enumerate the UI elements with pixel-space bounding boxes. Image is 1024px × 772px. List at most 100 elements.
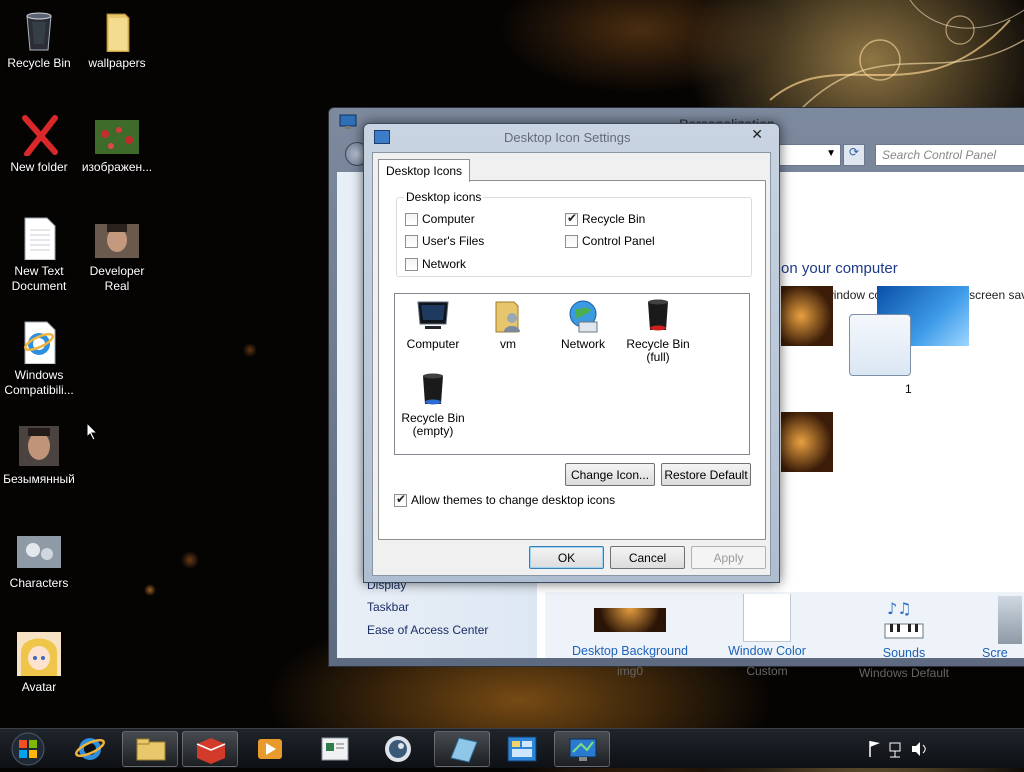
desktop-icon-label: изображен... (81, 160, 153, 174)
checkbox-network[interactable]: Network (405, 257, 466, 271)
desktop-icon-settings-dialog[interactable]: Desktop Icon Settings ✕ Desktop Icons De… (363, 123, 780, 583)
control-panel-icon (339, 114, 357, 129)
checkbox-users-files[interactable]: User's Files (405, 234, 484, 248)
mouse-cursor-icon (86, 422, 99, 441)
apply-button[interactable]: Apply (691, 546, 766, 569)
desktop-icon-unnamed[interactable]: Безымянный (1, 424, 77, 487)
desktop-background-icon (594, 608, 666, 632)
taskbar-explorer[interactable] (122, 731, 178, 767)
taskbar-network-app[interactable] (494, 731, 550, 767)
characters-icon (17, 528, 61, 572)
start-button[interactable] (0, 729, 56, 769)
list-item-vm[interactable]: vm (471, 298, 545, 351)
checkbox-computer[interactable]: Computer (405, 212, 475, 226)
text-document-icon (17, 216, 61, 261)
desktop-icon-label: Characters (9, 576, 69, 590)
desktop-icon-developer-real[interactable]: Developer Real (79, 216, 155, 294)
taskbar-steam[interactable] (370, 731, 426, 767)
checkbox-label: Computer (422, 212, 475, 226)
desktop-background-link[interactable]: Desktop Background (565, 644, 695, 658)
refresh-button[interactable]: ⟳ (843, 144, 865, 166)
theme-glass-tile (849, 314, 911, 376)
desktop-icon-wallpapers[interactable]: wallpapers (79, 8, 155, 71)
list-item-label: Computer (406, 337, 460, 351)
checkbox-box[interactable] (565, 234, 578, 248)
taskbar-app-red[interactable] (182, 731, 238, 767)
restore-default-button[interactable]: Restore Default (661, 463, 751, 486)
flag-icon[interactable] (869, 741, 880, 757)
tab-desktop-icons[interactable]: Desktop Icons (378, 159, 471, 182)
checkbox-label: Network (422, 257, 467, 271)
app-red-icon (196, 738, 226, 764)
desktop-icon-recycle-bin[interactable]: Recycle Bin (1, 8, 77, 71)
checkbox-box[interactable] (405, 257, 418, 271)
taskbar-display-control-panel[interactable] (554, 731, 610, 767)
link-taskbar[interactable]: Taskbar (367, 600, 409, 614)
group-title: Desktop icons (404, 190, 484, 204)
theme-thumbnail[interactable] (781, 412, 833, 472)
desktop-icon-label: New folder (10, 160, 68, 174)
link-ease-of-access[interactable]: Ease of Access Center (367, 623, 488, 637)
desktop-icon-new-text-document[interactable]: New Text Document (1, 216, 77, 294)
dialog-app-icon (374, 130, 390, 144)
close-icon[interactable]: ✕ (751, 126, 763, 143)
list-item-recycle-bin-empty[interactable]: Recycle Bin (empty) (396, 372, 470, 438)
checkbox-label: Allow themes to change desktop icons (411, 493, 616, 507)
desktop-icon-label: Developer Real (89, 264, 145, 293)
taskbar-internet-explorer[interactable] (62, 731, 118, 767)
list-item-computer[interactable]: Computer (396, 298, 470, 351)
icon-list[interactable]: Computer vm Network Recycle Bin (full) R… (394, 293, 750, 455)
screen-saver-item[interactable]: Scre (976, 596, 1022, 660)
taskbar-document[interactable] (306, 731, 362, 767)
checkbox-box[interactable] (394, 492, 407, 507)
desktop-icon-label: wallpapers (88, 56, 146, 70)
explorer-folder-icon (136, 738, 166, 761)
recycle-bin-icon (17, 8, 61, 52)
desktop-icon-new-folder[interactable]: New folder (1, 112, 77, 175)
desktop-background-item[interactable]: Desktop Background img0 (565, 608, 695, 678)
desktop-icons-group: Desktop icons Computer Recycle Bin User'… (396, 190, 752, 277)
desktop-icon-avatar[interactable]: Avatar (1, 632, 77, 695)
wallpaper-swirl (769, 0, 1024, 110)
desktop-icon-label: Avatar (21, 680, 57, 694)
taskbar-notes[interactable] (434, 731, 490, 767)
checkbox-control-panel[interactable]: Control Panel (565, 234, 655, 248)
checkbox-allow-themes[interactable]: Allow themes to change desktop icons (394, 492, 616, 507)
change-icon-button[interactable]: Change Icon... (565, 463, 655, 486)
windows-logo-icon (11, 732, 45, 766)
screen-saver-link[interactable]: Scre (976, 646, 1016, 660)
system-tray (862, 735, 1012, 763)
internet-explorer-icon (74, 738, 106, 760)
list-item-recycle-bin-full[interactable]: Recycle Bin (full) (621, 298, 695, 364)
folder-icon (95, 8, 139, 53)
avatar-icon (17, 632, 61, 676)
taskbar-media-player[interactable] (242, 731, 298, 767)
desktop-icon-characters[interactable]: Characters (1, 528, 77, 591)
window-color-item[interactable]: Window Color Custom (702, 594, 832, 678)
theme-number: 1 (905, 382, 912, 396)
checkbox-label: Control Panel (582, 234, 655, 248)
checkbox-recycle-bin[interactable]: Recycle Bin (565, 211, 645, 226)
sounds-link[interactable]: Sounds (839, 646, 969, 660)
checkbox-box[interactable] (405, 234, 418, 248)
ok-button[interactable]: OK (529, 546, 604, 569)
checkbox-box[interactable] (405, 212, 418, 226)
screen-saver-icon (998, 596, 1022, 644)
search-input[interactable]: Search Control Panel (875, 144, 1024, 166)
chevron-down-icon[interactable]: ▼ (826, 148, 836, 159)
window-color-link[interactable]: Window Color (702, 644, 832, 658)
window-color-value: Custom (746, 664, 788, 678)
list-item-network[interactable]: Network (546, 298, 620, 351)
volume-icon[interactable] (912, 742, 926, 756)
checkbox-box[interactable] (565, 211, 578, 226)
network-status-icon[interactable] (889, 742, 901, 758)
desktop-icon-label: Recycle Bin (7, 56, 71, 70)
desktop-icon-windows-compatibility[interactable]: Windows Compatibili... (1, 320, 77, 398)
page-heading: on your computer (781, 260, 898, 277)
cancel-button[interactable]: Cancel (610, 546, 685, 569)
list-item-label: Network (560, 337, 605, 351)
desktop-icon-image[interactable]: изображен... (79, 112, 155, 175)
list-item-label: Recycle Bin (full) (626, 337, 690, 364)
sounds-item[interactable]: ♪♫ Sounds Windows Default (839, 599, 969, 680)
theme-thumbnail[interactable] (781, 286, 833, 346)
